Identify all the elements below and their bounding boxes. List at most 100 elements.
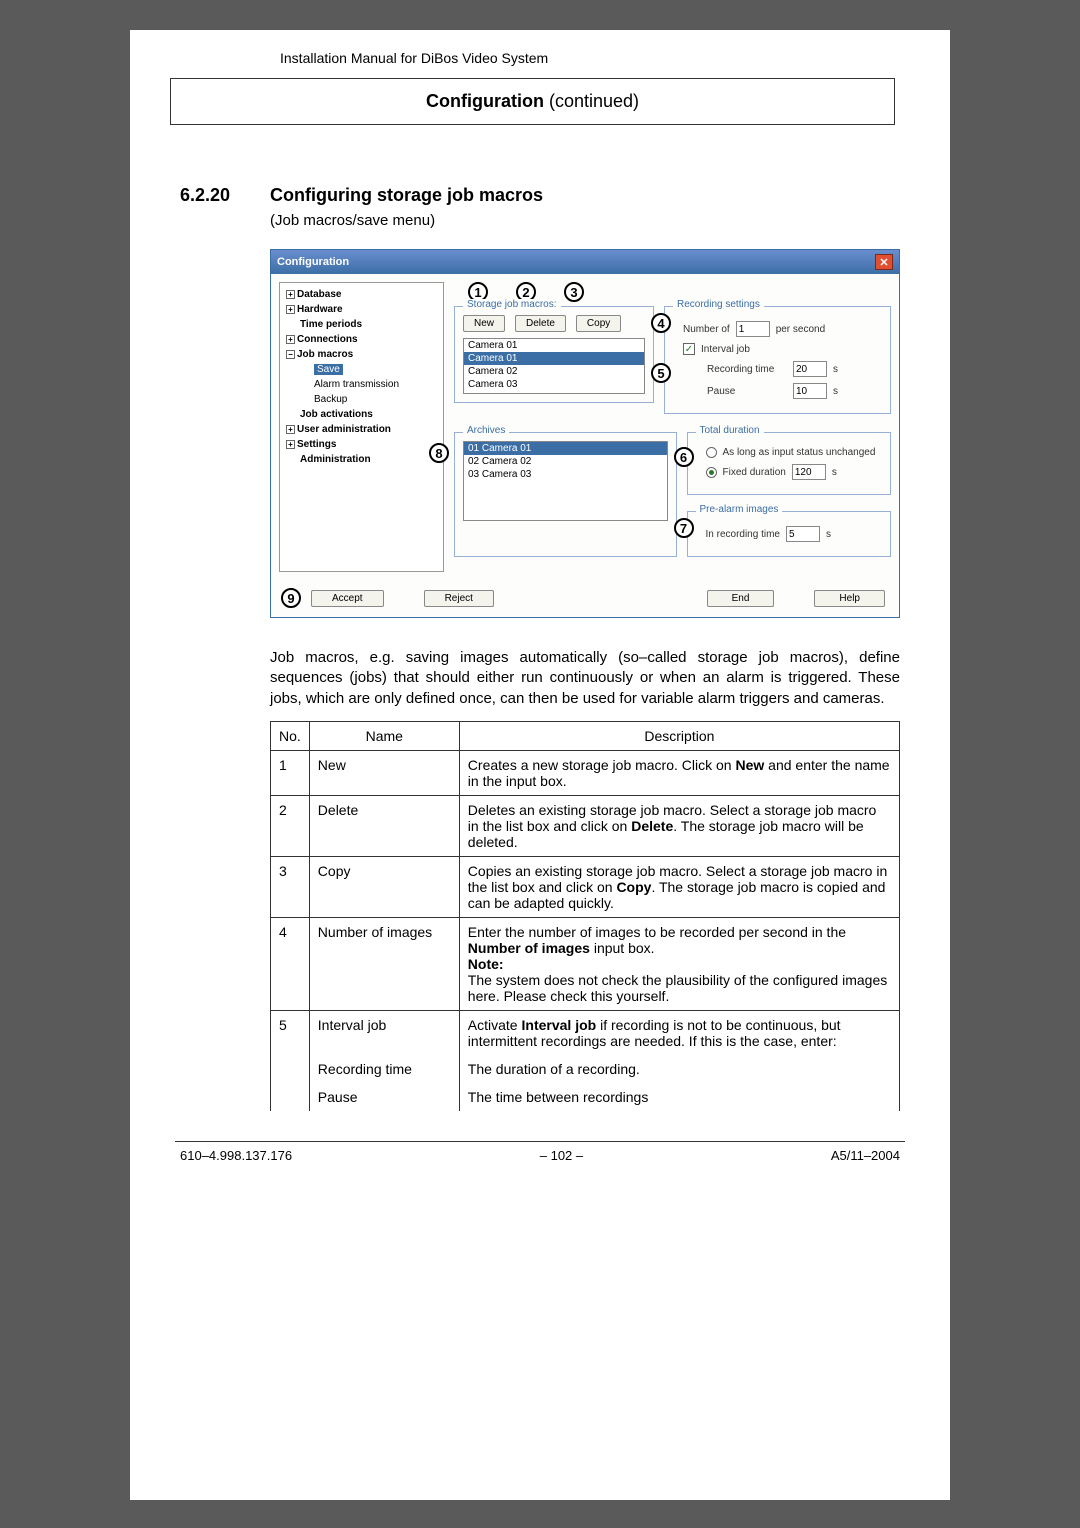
macros-legend: Storage job macros: [463, 299, 561, 310]
list-item[interactable]: 03 Camera 03 [464, 468, 667, 481]
accept-button[interactable]: Accept [311, 590, 384, 607]
fixed-input[interactable] [792, 464, 826, 480]
pause-label: Pause [707, 386, 787, 397]
list-item[interactable]: Camera 01 [464, 339, 644, 352]
fixed-unit: s [832, 467, 837, 478]
tree-alarm-transmission[interactable]: Alarm transmission [282, 377, 441, 392]
tree-save[interactable]: Save [282, 362, 441, 377]
expand-icon[interactable]: + [286, 290, 295, 299]
page-title-box: Configuration (continued) [170, 78, 895, 125]
numberof-input[interactable] [736, 321, 770, 337]
tree-job-macros[interactable]: −Job macros [282, 347, 441, 362]
fixed-label: Fixed duration [723, 467, 786, 478]
dialog-titlebar: Configuration ✕ [271, 250, 899, 274]
table-row: Recording time The duration of a recordi… [271, 1055, 900, 1083]
archives-legend: Archives [463, 425, 509, 436]
tree-time-periods[interactable]: Time periods [282, 317, 441, 332]
prealarm-label: In recording time [706, 529, 780, 540]
prealarm-legend: Pre-alarm images [696, 504, 783, 515]
section-number: 6.2.20 [180, 185, 270, 206]
manual-title: Installation Manual for DiBos Video Syst… [280, 50, 900, 66]
persecond-label: per second [776, 324, 825, 335]
section-heading: Configuring storage job macros [270, 185, 543, 206]
macros-listbox[interactable]: Camera 01 Camera 01 Camera 02 Camera 03 [463, 338, 645, 394]
rectime-label: Recording time [707, 364, 787, 375]
callout-3: 3 [564, 282, 584, 302]
list-item[interactable]: Camera 02 [464, 365, 644, 378]
unchanged-label: As long as input status unchanged [723, 447, 876, 458]
macros-fieldset: Storage job macros: New Delete Copy Came… [454, 306, 654, 403]
list-item[interactable]: 01 Camera 01 [464, 442, 667, 455]
pause-input[interactable] [793, 383, 827, 399]
footer-center: – 102 – [540, 1148, 583, 1163]
unchanged-radio[interactable] [706, 447, 717, 458]
tree-database[interactable]: +Database [282, 287, 441, 302]
archives-fieldset: Archives 8 01 Camera 01 02 Camera 02 03 … [454, 432, 677, 557]
recording-fieldset: Recording settings 4 Number of per secon… [664, 306, 891, 414]
th-name: Name [309, 721, 459, 750]
prealarm-input[interactable] [786, 526, 820, 542]
numberof-label: Number of [683, 324, 730, 335]
collapse-icon[interactable]: − [286, 350, 295, 359]
recording-legend: Recording settings [673, 299, 764, 310]
description-table: No. Name Description 1 New Creates a new… [270, 721, 900, 1111]
tree-backup[interactable]: Backup [282, 392, 441, 407]
list-item[interactable]: Camera 03 [464, 378, 644, 391]
total-duration-fieldset: Total duration 6 As long as input status… [687, 432, 892, 495]
list-item[interactable]: Camera 01 [464, 352, 644, 365]
page: Installation Manual for DiBos Video Syst… [130, 30, 950, 1500]
page-footer: 610–4.998.137.176 – 102 – A5/11–2004 [180, 1148, 900, 1163]
expand-icon[interactable]: + [286, 440, 295, 449]
help-button[interactable]: Help [814, 590, 885, 607]
tree-user-admin[interactable]: +User administration [282, 422, 441, 437]
rectime-unit: s [833, 364, 838, 375]
prealarm-fieldset: Pre-alarm images 7 In recording time s [687, 511, 892, 557]
table-row: 3 Copy Copies an existing storage job ma… [271, 856, 900, 917]
nav-tree[interactable]: +Database +Hardware Time periods +Connec… [279, 282, 444, 572]
copy-button[interactable]: Copy [576, 315, 621, 332]
right-panes: 1 2 3 Storage job macros: New Delete Cop… [454, 282, 891, 572]
dialog-body: +Database +Hardware Time periods +Connec… [271, 274, 899, 580]
tree-settings[interactable]: +Settings [282, 437, 441, 452]
callout-9: 9 [281, 588, 301, 608]
end-button[interactable]: End [707, 590, 775, 607]
footer-rule [175, 1141, 905, 1142]
expand-icon[interactable]: + [286, 425, 295, 434]
callout-8: 8 [429, 443, 449, 463]
tree-hardware[interactable]: +Hardware [282, 302, 441, 317]
th-no: No. [271, 721, 310, 750]
dialog-title: Configuration [277, 256, 349, 268]
dialog-bottom-buttons: 9 Accept Reject End Help [271, 580, 899, 617]
page-title-main: Configuration [426, 91, 544, 111]
tree-connections[interactable]: +Connections [282, 332, 441, 347]
reject-button[interactable]: Reject [424, 590, 494, 607]
list-item[interactable]: 02 Camera 02 [464, 455, 667, 468]
pause-unit: s [833, 386, 838, 397]
new-button[interactable]: New [463, 315, 505, 332]
section-header: 6.2.20 Configuring storage job macros [180, 185, 900, 206]
prealarm-unit: s [826, 529, 831, 540]
table-row: 4 Number of images Enter the number of i… [271, 917, 900, 1010]
interval-checkbox[interactable]: ✓ [683, 343, 695, 355]
footer-right: A5/11–2004 [831, 1148, 900, 1163]
callout-5: 5 [651, 363, 671, 383]
tree-job-activations[interactable]: Job activations [282, 407, 441, 422]
fixed-radio[interactable] [706, 467, 717, 478]
expand-icon[interactable]: + [286, 305, 295, 314]
table-row: Pause The time between recordings [271, 1083, 900, 1111]
table-row: 1 New Creates a new storage job macro. C… [271, 750, 900, 795]
expand-icon[interactable]: + [286, 335, 295, 344]
callout-4: 4 [651, 313, 671, 333]
close-icon[interactable]: ✕ [875, 254, 893, 270]
th-desc: Description [459, 721, 899, 750]
config-dialog: Configuration ✕ +Database +Hardware Time… [270, 249, 900, 618]
intro-paragraph: Job macros, e.g. saving images automatic… [270, 648, 900, 709]
total-legend: Total duration [696, 425, 764, 436]
footer-left: 610–4.998.137.176 [180, 1148, 292, 1163]
callout-7: 7 [674, 518, 694, 538]
tree-administration[interactable]: Administration [282, 452, 441, 467]
delete-button[interactable]: Delete [515, 315, 566, 332]
rectime-input[interactable] [793, 361, 827, 377]
page-title-cont: (continued) [544, 91, 639, 111]
archives-list[interactable]: 01 Camera 01 02 Camera 02 03 Camera 03 [463, 441, 668, 521]
